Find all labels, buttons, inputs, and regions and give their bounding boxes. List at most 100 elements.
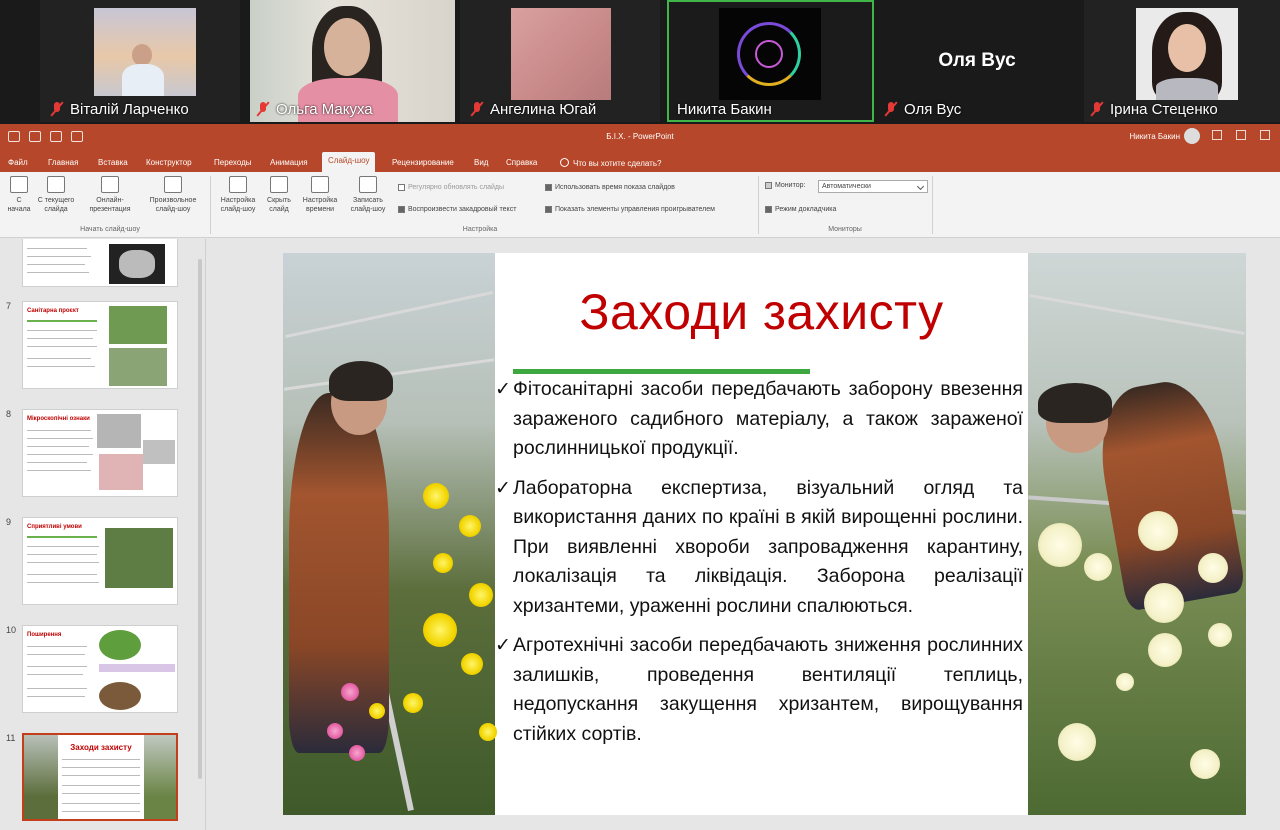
slide-number: 11 <box>6 733 16 743</box>
ribbon-tabs: Файл Главная Вставка Конструктор Переход… <box>0 150 1280 172</box>
slide-image <box>24 735 58 819</box>
minimize-icon[interactable] <box>1236 130 1246 140</box>
greenhouse-photo-right <box>1028 253 1246 815</box>
play-narrations-check[interactable]: Воспроизвести закадровый текст <box>398 206 516 213</box>
slide-thumbnail[interactable]: Сприятливі умови <box>22 517 178 605</box>
thumbnails-scrollbar[interactable] <box>198 259 202 779</box>
mic-off-icon <box>50 101 64 117</box>
tell-me-search[interactable]: Что вы хотите сделать? <box>560 154 661 172</box>
slide-thumbnail[interactable]: Санітарна проєкт <box>22 301 178 389</box>
slide-title[interactable]: Заходи захисту <box>495 283 1028 341</box>
window-controls <box>1212 130 1270 140</box>
tab-insert[interactable]: Вставка <box>98 154 128 172</box>
participant-tile[interactable]: Ангелина Югай <box>460 0 660 122</box>
slide-number: 8 <box>6 409 12 419</box>
slide-thumbnail-title: Заходи захисту <box>70 743 132 752</box>
mic-off-icon <box>1090 101 1104 117</box>
monitor-label: Монитор: <box>765 182 805 189</box>
slide-number: 7 <box>6 301 12 311</box>
slide-thumbnail[interactable] <box>22 239 178 287</box>
participant-tile[interactable]: Ольга Макуха <box>250 0 455 122</box>
record-icon <box>359 176 377 193</box>
mic-off-icon <box>470 101 484 117</box>
participant-tile[interactable]: Ірина Стеценко <box>1084 0 1280 122</box>
use-timings-check[interactable]: Использовать время показа слайдов <box>545 184 675 191</box>
present-online-button[interactable]: Онлайн-презентация <box>84 176 136 214</box>
slide-image <box>97 414 141 448</box>
participant-tile[interactable]: Віталій Ларченко <box>40 0 240 122</box>
avatar[interactable] <box>1184 128 1200 144</box>
slide-image <box>99 454 143 490</box>
greenhouse-photo-left <box>283 253 497 815</box>
slide-thumbnail[interactable]: Поширення <box>22 625 178 713</box>
slideshow-current-icon <box>47 176 65 193</box>
checkmark-icon: ✓ <box>495 379 511 400</box>
slide-thumbnail-selected[interactable]: Заходи захисту <box>22 733 178 821</box>
slide-image <box>109 244 165 284</box>
ribbon: С начала С текущего слайда Онлайн-презен… <box>0 172 1280 238</box>
lightbulb-icon <box>560 158 569 167</box>
participant-placeholder-name: Оля Вус <box>938 50 1016 71</box>
tab-slideshow[interactable]: Слайд-шоу <box>322 152 376 172</box>
group-label-monitors: Мониторы <box>828 226 862 233</box>
record-slideshow-button[interactable]: Записать слайд-шоу <box>344 176 392 214</box>
custom-slideshow-button[interactable]: Произвольное слайд-шоу <box>140 176 206 214</box>
tab-transitions[interactable]: Переходы <box>214 154 252 172</box>
slide-thumbnails-pane[interactable]: 7 Санітарна проєкт 8 Мікроскопічні ознак… <box>0 239 206 830</box>
slide-image <box>99 630 141 660</box>
participant-tile[interactable]: Оля Вус Оля Вус <box>878 0 1076 122</box>
slide-image <box>143 440 175 464</box>
monitor-select[interactable]: Автоматически <box>818 180 928 193</box>
slide-thumbnail-title: Сприятливі умови <box>27 524 82 530</box>
participant-name: Ангелина Югай <box>490 100 597 118</box>
tab-home[interactable]: Главная <box>48 154 78 172</box>
participant-video <box>94 8 196 96</box>
hide-slide-button[interactable]: Скрыть слайд <box>264 176 294 214</box>
group-separator <box>210 176 211 234</box>
participant-video <box>511 8 611 100</box>
keep-slides-updated-check[interactable]: Регулярно обновлять слайды <box>398 184 504 191</box>
participant-video <box>1136 8 1238 100</box>
show-media-controls-check[interactable]: Показать элементы управления проигрывате… <box>545 206 715 213</box>
title-underline <box>513 369 810 374</box>
participant-name: Ірина Стеценко <box>1110 100 1218 118</box>
ribbon-display-options-icon[interactable] <box>1212 130 1222 140</box>
screen: Віталій Ларченко Ольга Макуха Ангелина Ю… <box>0 0 1280 830</box>
slide-image <box>144 735 176 819</box>
slide-body-text[interactable]: ✓ Фітосанітарні засоби передбачають забор… <box>495 375 1023 759</box>
mic-off-icon <box>884 101 898 117</box>
slide-thumbnail[interactable]: Мікроскопічні ознаки <box>22 409 178 497</box>
from-beginning-button[interactable]: С начала <box>6 176 32 214</box>
tab-help[interactable]: Справка <box>506 154 537 172</box>
checkmark-icon: ✓ <box>495 635 511 656</box>
participant-tile-active[interactable]: Никита Бакин <box>667 0 874 122</box>
maximize-icon[interactable] <box>1260 130 1270 140</box>
tab-design[interactable]: Конструктор <box>146 154 192 172</box>
from-current-slide-button[interactable]: С текущего слайда <box>34 176 78 214</box>
tab-review[interactable]: Рецензирование <box>392 154 454 172</box>
setup-slideshow-icon <box>229 176 247 193</box>
slide-number: 9 <box>6 517 12 527</box>
rehearse-timings-button[interactable]: Настройка времени <box>298 176 342 214</box>
current-slide[interactable]: Заходи захисту ✓ Фітосанітарні засоби пер… <box>283 253 1246 815</box>
tab-file[interactable]: Файл <box>8 154 28 172</box>
tab-view[interactable]: Вид <box>474 154 488 172</box>
title-bar: Б.І.Х. - PowerPoint Никита Бакин <box>0 124 1280 150</box>
bullet-item: ✓ Лабораторна експертиза, візуальний огля… <box>495 474 1023 622</box>
slide-thumbnail-title: Мікроскопічні ознаки <box>27 416 90 422</box>
slide-image <box>109 348 167 386</box>
present-online-icon <box>101 176 119 193</box>
custom-slideshow-icon <box>164 176 182 193</box>
presenter-view-check[interactable]: Режим докладчика <box>765 206 836 213</box>
user-name[interactable]: Никита Бакин <box>1129 132 1180 141</box>
participant-video <box>719 8 821 100</box>
slide-thumbnail-title: Санітарна проєкт <box>27 308 79 314</box>
tab-animations[interactable]: Анимация <box>270 154 308 172</box>
slide-number: 10 <box>6 625 17 635</box>
slide-image <box>99 664 175 672</box>
checkmark-icon: ✓ <box>495 477 511 499</box>
hide-slide-icon <box>270 176 288 193</box>
setup-slideshow-button[interactable]: Настройка слайд-шоу <box>214 176 262 214</box>
slide-thumbnail-title: Поширення <box>27 632 62 638</box>
participant-name: Никита Бакин <box>677 100 772 118</box>
